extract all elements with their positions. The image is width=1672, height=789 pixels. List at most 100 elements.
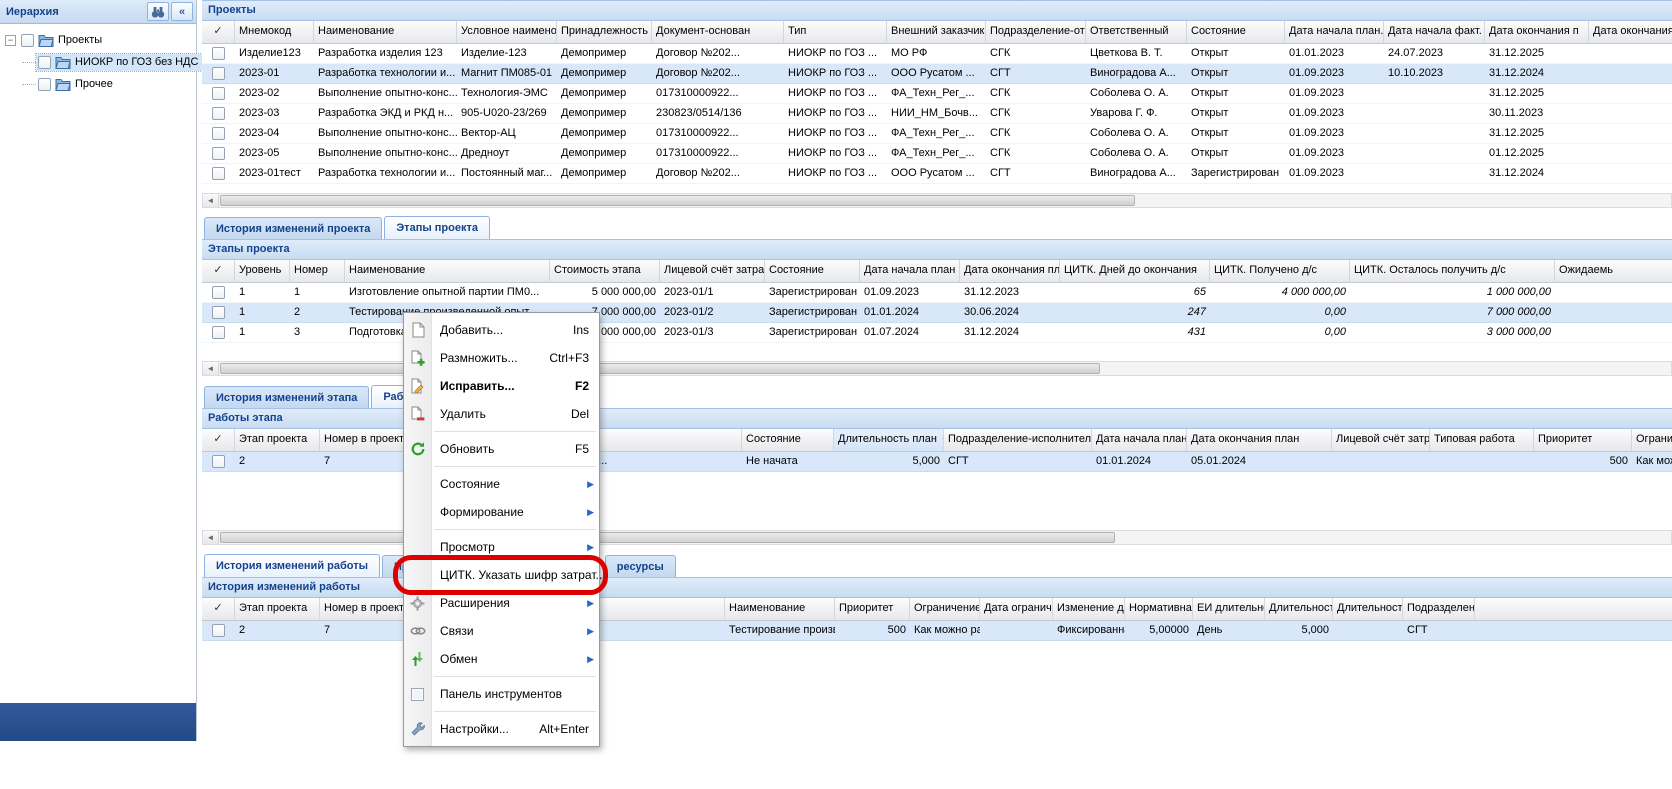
- column-header[interactable]: Стоимость этапа: [550, 260, 660, 283]
- menu-item[interactable]: Просмотр▶: [404, 533, 599, 561]
- menu-item[interactable]: Связи▶: [404, 617, 599, 645]
- menu-item[interactable]: Исправить...F2: [404, 372, 599, 400]
- column-header[interactable]: Уровень: [235, 260, 290, 283]
- menu-item[interactable]: УдалитьDel: [404, 400, 599, 428]
- column-header[interactable]: Подразделение-исполнитель..: [944, 429, 1092, 452]
- row-checkbox[interactable]: [212, 87, 225, 100]
- column-header[interactable]: Дата окончания п: [1485, 21, 1589, 44]
- column-header[interactable]: Лицевой счёт затрат.: [660, 260, 765, 283]
- search-icon[interactable]: [147, 2, 169, 21]
- row-checkbox[interactable]: [212, 624, 225, 637]
- column-header[interactable]: Длительность фак: [1333, 598, 1403, 621]
- column-header[interactable]: ЦИТК. Получено д/с: [1210, 260, 1350, 283]
- row-checkbox[interactable]: [212, 326, 225, 339]
- table-row[interactable]: 2023-01тестРазработка технологии и...Пос…: [202, 164, 1672, 184]
- menu-item[interactable]: Размножить...Ctrl+F3: [404, 344, 599, 372]
- menu-item[interactable]: Панель инструментов: [404, 680, 599, 708]
- column-header[interactable]: Длительность план▼: [834, 429, 944, 452]
- table-row[interactable]: 2023-03Разработка ЭКД и РКД н...905-U020…: [202, 104, 1672, 124]
- column-header[interactable]: Внешний заказчик: [887, 21, 986, 44]
- scroll-left-arrow[interactable]: ◄: [203, 194, 219, 207]
- column-header[interactable]: Приоритет: [1534, 429, 1632, 452]
- column-header[interactable]: Документ-основан: [652, 21, 784, 44]
- column-header[interactable]: Принадлежность: [557, 21, 652, 44]
- column-header[interactable]: Дата начала план.: [1285, 21, 1384, 44]
- column-header[interactable]: Этап проекта: [235, 429, 320, 452]
- table-row[interactable]: 2023-04Выполнение опытно-конс...Вектор-А…: [202, 124, 1672, 144]
- scrollbar-thumb[interactable]: [220, 195, 1135, 206]
- column-header[interactable]: Состояние: [742, 429, 834, 452]
- tree-expand-icon[interactable]: −: [5, 35, 16, 46]
- row-checkbox[interactable]: [212, 47, 225, 60]
- row-checkbox[interactable]: [212, 107, 225, 120]
- menu-item[interactable]: Формирование▶: [404, 498, 599, 526]
- table-row[interactable]: 2023-05Выполнение опытно-конс...Дредноут…: [202, 144, 1672, 164]
- column-header[interactable]: Ответственный: [1086, 21, 1187, 44]
- tree-item-projects[interactable]: − Проекты: [0, 29, 196, 51]
- menu-item[interactable]: ОбновитьF5: [404, 435, 599, 463]
- column-header[interactable]: Номер: [290, 260, 345, 283]
- row-checkbox[interactable]: [212, 127, 225, 140]
- row-checkbox[interactable]: [212, 306, 225, 319]
- column-header[interactable]: Наименование: [345, 260, 550, 283]
- tab-1[interactable]: Этапы проекта: [384, 216, 490, 239]
- column-header[interactable]: Приоритет: [835, 598, 910, 621]
- column-header[interactable]: Номер в проекте: [320, 429, 415, 452]
- table-row[interactable]: Изделие123Разработка изделия 123Изделие-…: [202, 44, 1672, 64]
- tab-0[interactable]: История изменений этапа: [204, 386, 369, 408]
- scrollbar-thumb[interactable]: [220, 363, 1100, 374]
- column-header[interactable]: Подразделение-и: [1403, 598, 1475, 621]
- column-header[interactable]: Состояние: [765, 260, 860, 283]
- select-all-header[interactable]: ✓: [202, 260, 235, 283]
- select-all-header[interactable]: ✓: [202, 598, 235, 621]
- tab-0[interactable]: История изменений проекта: [204, 217, 382, 239]
- tab-2[interactable]: ресурсы: [605, 555, 676, 577]
- menu-item[interactable]: Обмен▶: [404, 645, 599, 673]
- row-checkbox[interactable]: [212, 167, 225, 180]
- tree-checkbox[interactable]: [38, 78, 51, 91]
- menu-item[interactable]: Добавить...Ins: [404, 316, 599, 344]
- column-header[interactable]: Ожидаемь: [1555, 260, 1672, 283]
- column-header[interactable]: Мнемокод: [235, 21, 314, 44]
- column-header[interactable]: Типовая работа: [1430, 429, 1534, 452]
- column-header[interactable]: Дата окончания план: [960, 260, 1060, 283]
- row-checkbox[interactable]: [212, 147, 225, 160]
- column-header[interactable]: Состояние: [1187, 21, 1285, 44]
- column-header[interactable]: Нормативная длит: [1125, 598, 1193, 621]
- tree-item-niokr[interactable]: НИОКР по ГОЗ без НДС: [0, 51, 196, 73]
- column-header[interactable]: Дата начала факт.: [1384, 21, 1485, 44]
- table-row[interactable]: 2023-01Разработка технологии и...Магнит …: [202, 64, 1672, 84]
- column-header[interactable]: Дата начала план.: [1092, 429, 1187, 452]
- column-header[interactable]: Номер в проекте: [320, 598, 415, 621]
- collapse-panel-icon[interactable]: «: [171, 2, 193, 21]
- column-header[interactable]: Дата ограничения: [980, 598, 1053, 621]
- column-header[interactable]: Подразделение-от: [986, 21, 1086, 44]
- tree-checkbox[interactable]: [38, 56, 51, 69]
- column-header[interactable]: Дата начала план: [860, 260, 960, 283]
- column-header[interactable]: Наименование: [314, 21, 457, 44]
- menu-item[interactable]: Состояние▶: [404, 470, 599, 498]
- column-header[interactable]: Наименование: [725, 598, 835, 621]
- row-checkbox[interactable]: [212, 286, 225, 299]
- menu-item[interactable]: Расширения▶: [404, 589, 599, 617]
- horizontal-scrollbar[interactable]: ◄: [202, 193, 1672, 208]
- column-header[interactable]: ЦИТК. Осталось получить д/с: [1350, 260, 1555, 283]
- scroll-left-arrow[interactable]: ◄: [203, 362, 219, 375]
- column-header[interactable]: Этап проекта: [235, 598, 320, 621]
- column-header[interactable]: Длительность пла: [1265, 598, 1333, 621]
- column-header[interactable]: Ограничение: [1632, 429, 1672, 452]
- row-checkbox[interactable]: [212, 67, 225, 80]
- menu-item[interactable]: ЦИТК. Указать шифр затрат...: [404, 561, 599, 589]
- column-header[interactable]: Лицевой счёт затр: [1332, 429, 1430, 452]
- column-header[interactable]: Ограничение: [910, 598, 980, 621]
- select-all-header[interactable]: ✓: [202, 21, 235, 44]
- column-header[interactable]: ЕИ длительности: [1193, 598, 1265, 621]
- table-row[interactable]: 11Изготовление опытной партии ПМ0...5 00…: [202, 283, 1672, 303]
- column-header[interactable]: Изменение длител: [1053, 598, 1125, 621]
- column-header[interactable]: Дата окончания: [1589, 21, 1672, 44]
- tree-item-other[interactable]: Прочее: [0, 73, 196, 95]
- column-header[interactable]: ЦИТК. Дней до окончания: [1060, 260, 1210, 283]
- select-all-header[interactable]: ✓: [202, 429, 235, 452]
- tab-0[interactable]: История изменений работы: [204, 554, 380, 577]
- menu-item[interactable]: Настройки...Alt+Enter: [404, 715, 599, 743]
